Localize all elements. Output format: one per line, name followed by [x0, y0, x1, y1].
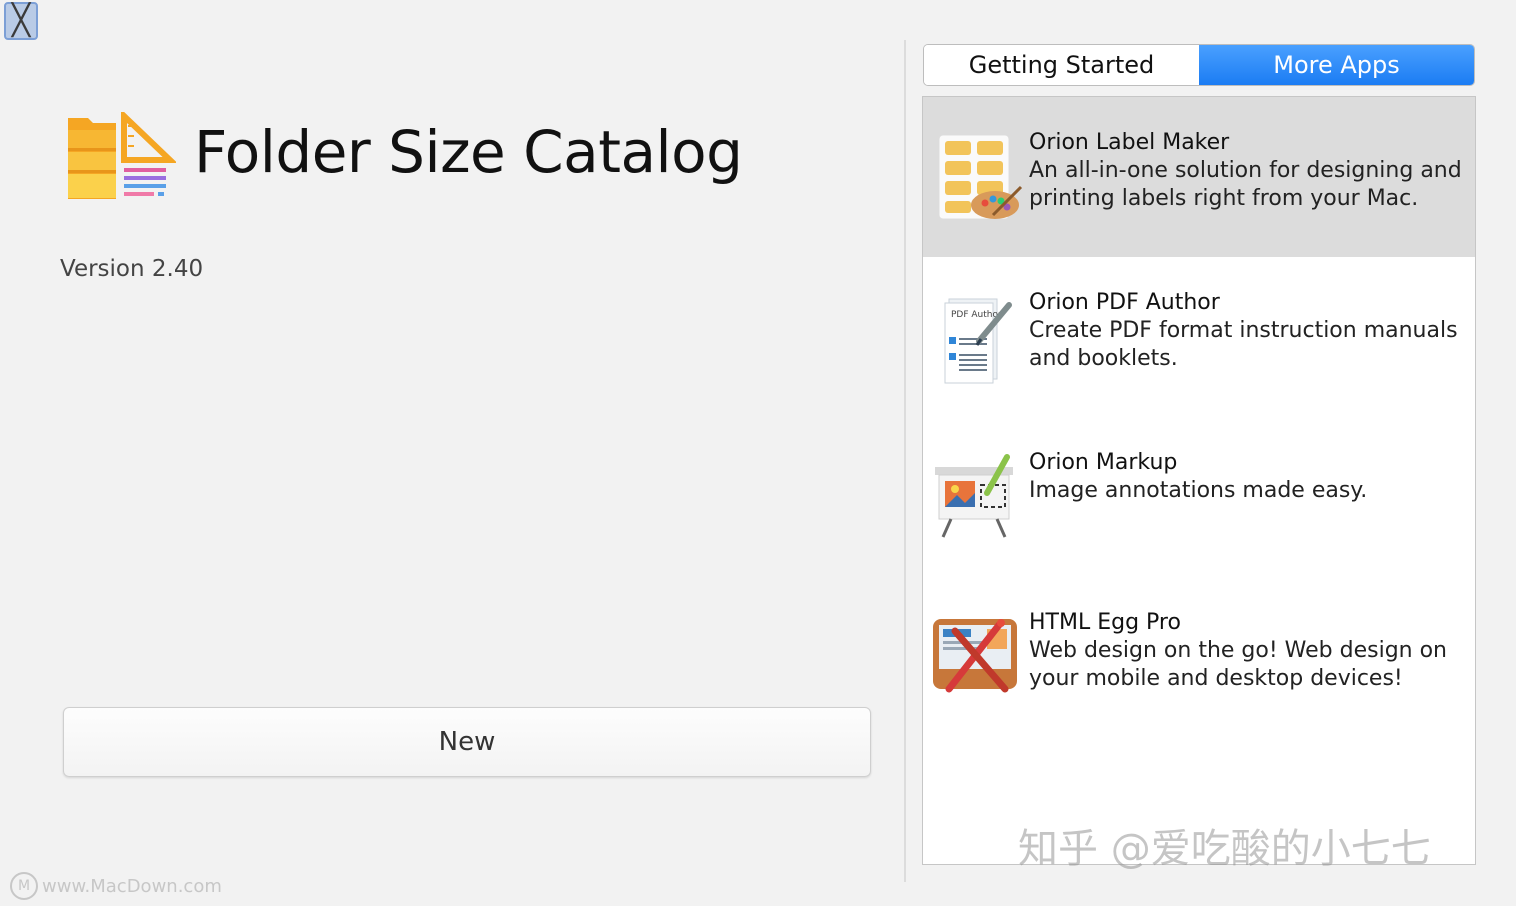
app-description: An all-in-one solution for designing and… — [1029, 158, 1462, 211]
segmented-tabs: Getting Started More Apps — [923, 44, 1475, 86]
list-item-orion-markup[interactable]: Orion Markup Image annotations made easy… — [923, 417, 1475, 577]
more-apps-list: Orion Label Maker An all-in-one solution… — [922, 96, 1476, 865]
zhihu-watermark: 知乎 @爱吃酸的小七七 — [1018, 826, 1431, 872]
app-description: Web design on the go! Web design on your… — [1029, 638, 1447, 691]
site-watermark: M www.MacDown.com — [10, 872, 222, 900]
list-item-html-egg-pro[interactable]: HTML Egg Pro Web design on the go! Web d… — [923, 577, 1475, 737]
app-title: Folder Size Catalog — [194, 118, 743, 186]
app-name: HTML Egg Pro — [1029, 610, 1181, 635]
markup-easel-icon — [935, 454, 1013, 538]
ghost-background — [330, 180, 870, 680]
new-button[interactable]: New — [63, 707, 871, 777]
folder-ruler-icon — [68, 112, 176, 199]
app-description: Create PDF format instruction manuals an… — [1029, 318, 1458, 371]
app-description: Image annotations made easy. — [1029, 478, 1368, 503]
site-watermark-text: www.MacDown.com — [42, 875, 222, 897]
app-name: Orion Label Maker — [1029, 130, 1230, 155]
pdf-author-icon: PDF Author — [944, 298, 1012, 384]
tab-getting-started[interactable]: Getting Started — [924, 45, 1199, 85]
app-name: Orion Markup — [1029, 450, 1178, 475]
close-button[interactable]: ╳ — [4, 2, 38, 40]
html-egg-icon — [933, 619, 1017, 693]
list-item-orion-pdf-author[interactable]: PDF Author Orion PDF Author Create PDF f… — [923, 257, 1475, 417]
app-name: Orion PDF Author — [1029, 290, 1220, 315]
tab-more-apps[interactable]: More Apps — [1199, 45, 1474, 85]
app-version: Version 2.40 — [60, 256, 204, 282]
list-item-orion-label-maker[interactable]: Orion Label Maker An all-in-one solution… — [923, 97, 1475, 257]
close-icon: ╳ — [11, 4, 31, 37]
label-maker-icon — [938, 134, 1023, 220]
macdown-logo-icon: M — [10, 872, 38, 900]
pane-divider[interactable] — [904, 40, 906, 882]
